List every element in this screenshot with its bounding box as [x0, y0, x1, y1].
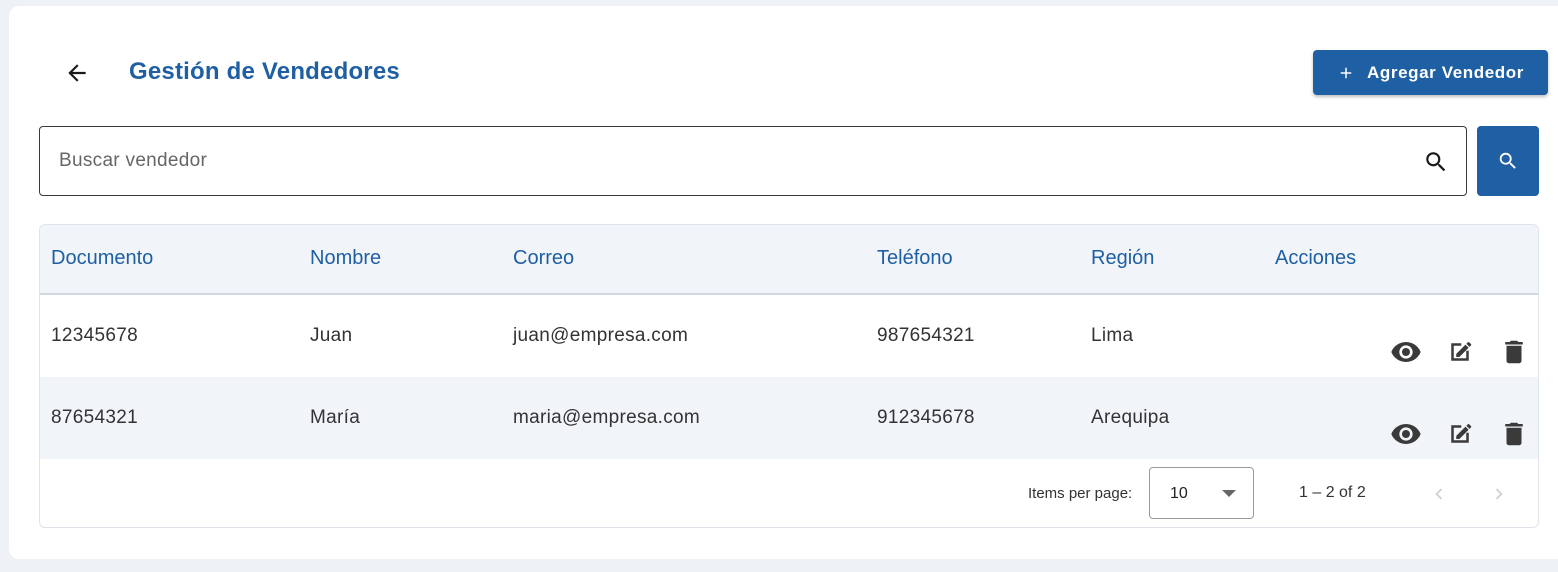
- table-row: 87654321 María maria@empresa.com 9123456…: [40, 377, 1538, 459]
- column-header-telefono[interactable]: Teléfono: [877, 247, 953, 270]
- vendors-table: Documento Nombre Correo Teléfono Región …: [39, 224, 1539, 528]
- plus-icon: [1340, 67, 1352, 78]
- cell-nombre: Juan: [310, 325, 353, 346]
- cell-telefono: 987654321: [877, 325, 975, 346]
- table-row: 12345678 Juan juan@empresa.com 987654321…: [40, 295, 1538, 377]
- chevron-right-icon: [1495, 488, 1503, 500]
- trash-icon: [1505, 422, 1523, 446]
- page-title: Gestión de Vendedores: [129, 58, 400, 85]
- items-per-page-value: 10: [1170, 485, 1188, 502]
- back-button[interactable]: [55, 51, 99, 95]
- column-header-documento[interactable]: Documento: [51, 247, 153, 270]
- chevron-left-icon: [1435, 488, 1443, 500]
- next-page-button[interactable]: [1481, 476, 1517, 512]
- add-vendor-label: Agregar Vendedor: [1367, 62, 1524, 82]
- cell-region: Arequipa: [1091, 407, 1170, 428]
- view-button[interactable]: [1389, 417, 1423, 451]
- table-header: Documento Nombre Correo Teléfono Región …: [40, 225, 1538, 295]
- delete-button[interactable]: [1497, 417, 1531, 451]
- search-input[interactable]: [59, 127, 1399, 195]
- cell-correo: juan@empresa.com: [513, 325, 689, 346]
- edit-button[interactable]: [1443, 335, 1477, 369]
- edit-icon: [1451, 423, 1472, 443]
- search-button[interactable]: [1477, 126, 1539, 196]
- cell-region: Lima: [1091, 325, 1134, 346]
- trash-icon: [1505, 340, 1523, 364]
- dropdown-caret-icon: [1222, 490, 1236, 497]
- delete-button[interactable]: [1497, 335, 1531, 369]
- cell-documento: 12345678: [51, 325, 138, 346]
- cell-nombre: María: [310, 407, 361, 428]
- search-icon: [1426, 152, 1446, 172]
- edit-button[interactable]: [1443, 417, 1477, 451]
- arrow-left-icon: [68, 64, 86, 82]
- paginator: Items per page: 10 1 – 2 of 2: [40, 459, 1538, 527]
- view-button[interactable]: [1389, 335, 1423, 369]
- column-header-correo[interactable]: Correo: [513, 247, 574, 270]
- cell-correo: maria@empresa.com: [513, 407, 700, 428]
- edit-icon: [1451, 341, 1472, 361]
- search-field[interactable]: [39, 126, 1467, 196]
- column-header-region[interactable]: Región: [1091, 247, 1154, 270]
- items-per-page-select[interactable]: 10: [1149, 467, 1254, 519]
- eye-icon: [1391, 342, 1421, 362]
- column-header-acciones: Acciones: [1275, 247, 1357, 269]
- eye-icon: [1391, 424, 1421, 444]
- items-per-page-label: Items per page:: [1028, 485, 1133, 502]
- column-header-nombre[interactable]: Nombre: [310, 247, 381, 270]
- previous-page-button[interactable]: [1421, 476, 1457, 512]
- add-vendor-button[interactable]: Agregar Vendedor: [1313, 50, 1548, 95]
- cell-documento: 87654321: [51, 407, 138, 428]
- cell-telefono: 912345678: [877, 407, 975, 428]
- search-icon: [1499, 152, 1516, 169]
- page-range-label: 1 – 2 of 2: [1299, 484, 1366, 501]
